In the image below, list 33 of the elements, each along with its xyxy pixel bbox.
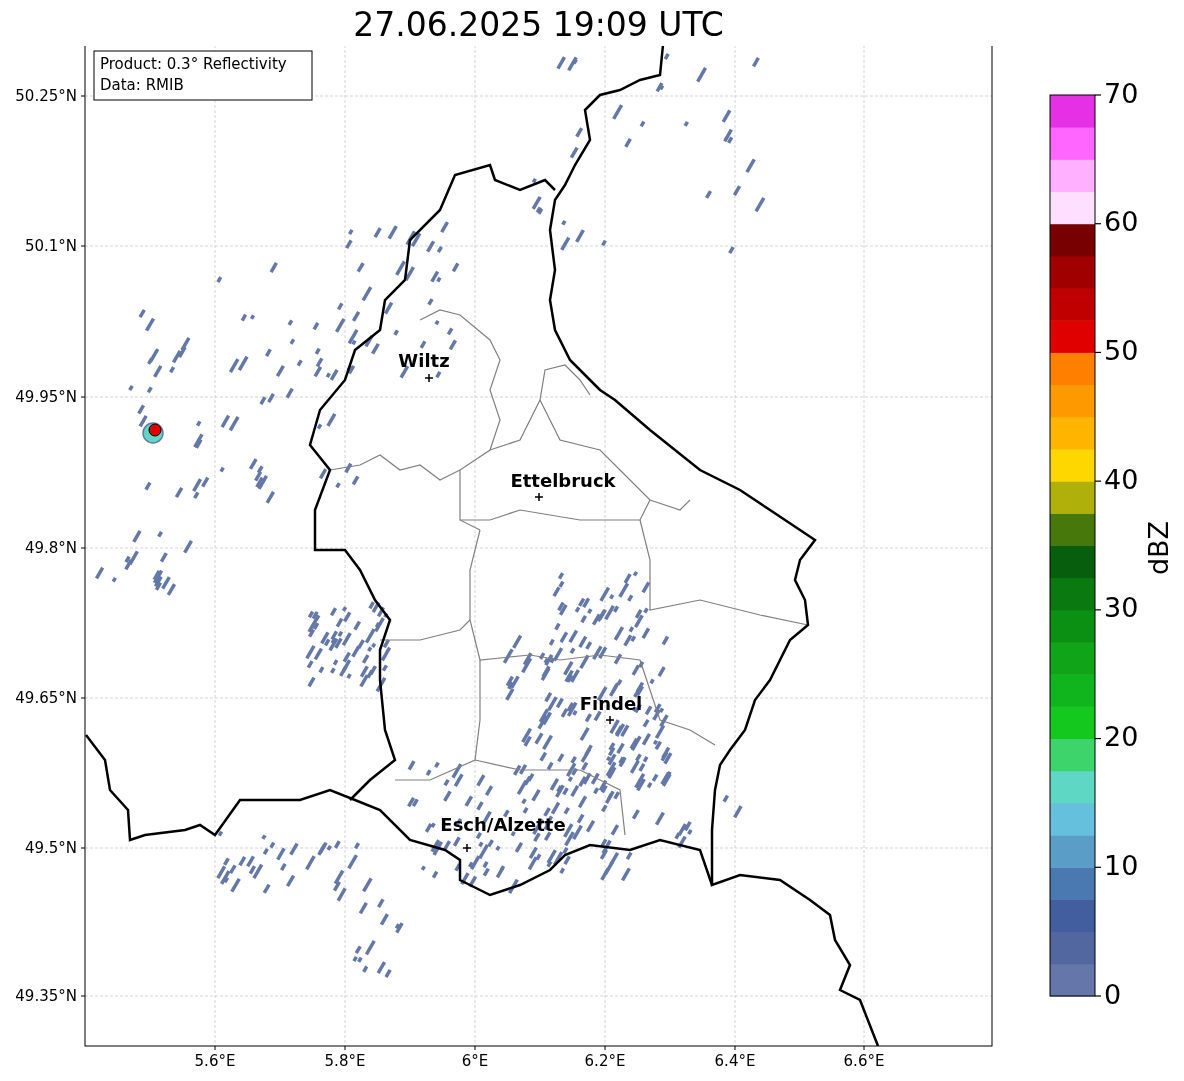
colorbar-tick-label: 60 [1104,206,1139,238]
city-label: Findel [579,693,643,714]
latitude-label: 49.8°N [24,538,77,557]
colorbar-tick-label: 10 [1104,849,1139,881]
latitude-label: 49.65°N [15,688,77,707]
info-text: Data: RMIB [100,76,184,94]
latitude-label: 50.1°N [24,236,77,255]
latitude-label: 49.5°N [24,838,77,857]
longitude-label: 6.4°E [714,1052,756,1070]
longitude-label: 6°E [461,1052,489,1070]
longitude-label: 5.8°E [324,1052,366,1070]
colorbar-label: dBZ [1143,520,1174,576]
colorbar-tick-label: 50 [1104,334,1139,366]
city-label: Ettelbruck [510,470,616,491]
city-label: Wiltz [398,350,450,371]
latitude-label: 49.35°N [15,986,77,1005]
latitude-label: 49.95°N [15,387,77,406]
city-marker-icon [534,492,544,502]
colorbar-tick-label: 0 [1104,978,1122,1010]
city-marker-icon [462,843,472,853]
colorbar-tick-label: 30 [1104,592,1139,624]
colorbar-tick-label: 20 [1104,721,1139,753]
chart-title: 27.06.2025 19:09 UTC [353,4,724,46]
colorbar-tick-label: 40 [1104,463,1139,495]
longitude-label: 5.6°E [194,1052,236,1070]
longitude-label: 6.2°E [584,1052,626,1070]
longitude-label: 6.6°E [843,1052,885,1070]
info-text: Product: 0.3° Reflectivity [100,55,287,73]
latitude-label: 50.25°N [15,86,77,105]
radar-site-icon [142,422,164,444]
colorbar-tick-label: 70 [1104,77,1139,109]
city-marker-icon [605,715,615,725]
city-marker-icon [424,373,434,383]
